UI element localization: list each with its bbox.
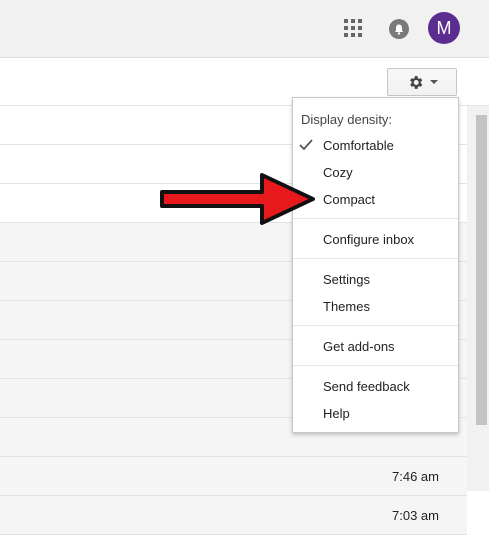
notifications-bell-icon [394, 24, 404, 35]
menu-divider [293, 365, 458, 366]
apps-grid-icon[interactable] [344, 19, 362, 37]
menu-item-get-addons[interactable]: Get add-ons [323, 339, 395, 354]
menu-item-settings[interactable]: Settings [323, 272, 370, 287]
table-row[interactable]: 7:46 am [0, 457, 467, 496]
menu-item-comfortable[interactable]: Comfortable [323, 138, 394, 153]
menu-item-cozy[interactable]: Cozy [323, 165, 353, 180]
chevron-down-icon [429, 80, 438, 84]
row-time: 7:03 am [392, 508, 439, 523]
menu-divider [293, 325, 458, 326]
menu-item-send-feedback[interactable]: Send feedback [323, 379, 410, 394]
settings-dropdown-menu: Display density: Comfortable Cozy Compac… [292, 97, 459, 433]
menu-item-themes[interactable]: Themes [323, 299, 370, 314]
red-arrow-annotation [160, 173, 315, 225]
top-bar: M [0, 0, 489, 58]
menu-item-help[interactable]: Help [323, 406, 350, 421]
gear-icon [409, 75, 422, 89]
table-row[interactable]: 7:03 am [0, 496, 467, 535]
notifications-button[interactable] [389, 19, 409, 39]
row-time: 7:46 am [392, 469, 439, 484]
account-avatar[interactable]: M [428, 12, 460, 44]
menu-item-compact[interactable]: Compact [323, 192, 375, 207]
scrollbar-thumb[interactable] [476, 115, 487, 425]
settings-button[interactable] [387, 68, 457, 96]
menu-item-configure-inbox[interactable]: Configure inbox [323, 232, 414, 247]
check-icon [299, 139, 313, 151]
display-density-header: Display density: [301, 112, 393, 127]
menu-divider [293, 258, 458, 259]
